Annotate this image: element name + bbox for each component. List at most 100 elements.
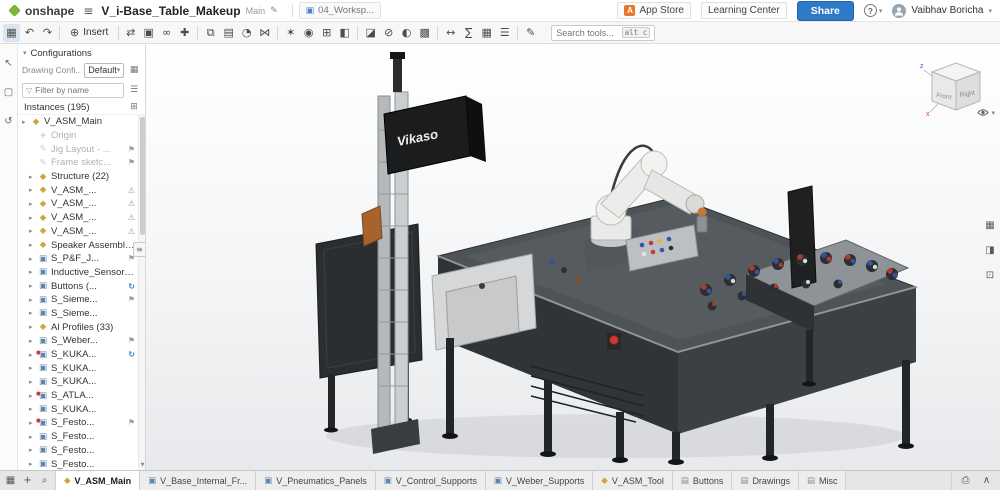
appearance-icon[interactable]: ◐	[398, 24, 415, 42]
tree-item[interactable]: S_Festo...	[18, 444, 138, 458]
tree-caret-icon[interactable]	[29, 186, 37, 194]
section-view-icon[interactable]: ◪	[362, 24, 379, 42]
workspace-branch-label[interactable]: Main	[246, 6, 266, 16]
view-options-button[interactable]: ▾	[977, 108, 995, 117]
drawing-config-select[interactable]: Default ▾	[84, 63, 124, 78]
replicate-icon[interactable]: ⧉	[202, 24, 219, 42]
tree-item[interactable]: Buttons (...	[18, 279, 138, 293]
tree-caret-icon[interactable]	[29, 460, 37, 468]
document-tab[interactable]: V_ASM_Main	[56, 471, 140, 490]
tree-caret-icon[interactable]	[29, 214, 37, 222]
add-tab-button[interactable]: +	[20, 473, 35, 488]
bom-table-icon[interactable]: ▦	[478, 24, 495, 42]
tab-manager-icon[interactable]: ▦	[3, 473, 18, 488]
document-tab[interactable]: V_ASM_Tool	[593, 471, 673, 490]
tree-item[interactable]: S_Festo...	[18, 416, 138, 430]
mate-icon[interactable]: ⇄	[122, 24, 139, 42]
history-icon[interactable]: ↺	[2, 114, 16, 128]
tree-caret-icon[interactable]	[29, 296, 37, 304]
tree-item[interactable]: Frame sketc...	[18, 156, 138, 170]
share-button[interactable]: Share	[797, 1, 854, 21]
redo-icon[interactable]: ↷	[39, 24, 56, 42]
help-menu[interactable]: ? ▾	[864, 4, 883, 17]
tree-caret-icon[interactable]	[29, 446, 37, 454]
right-dock-bom-icon[interactable]: ▦	[983, 218, 997, 232]
tree-caret-icon[interactable]	[29, 241, 37, 249]
document-tab[interactable]: V_Control_Supports	[376, 471, 486, 490]
tree-item[interactable]: V_ASM_...	[18, 211, 138, 225]
tree-caret-icon[interactable]	[29, 378, 37, 386]
scroll-down-icon[interactable]: ▼	[139, 462, 146, 470]
measure-icon[interactable]: ↔	[442, 24, 459, 42]
tree-item[interactable]: Inductive_Sensor_x...	[18, 266, 138, 280]
onshape-logo-icon[interactable]	[8, 4, 21, 17]
tree-caret-icon[interactable]	[22, 118, 30, 126]
document-tab[interactable]: Drawings	[732, 471, 799, 490]
tree-caret-icon[interactable]	[29, 323, 37, 331]
tree-caret-icon[interactable]	[29, 227, 37, 235]
print-icon[interactable]: ⎙	[958, 473, 973, 488]
document-menu-icon[interactable]: ≡	[83, 4, 93, 18]
tree-caret-icon[interactable]	[29, 364, 37, 372]
mass-properties-icon[interactable]: ∑	[460, 24, 477, 42]
tree-caret-icon[interactable]	[29, 173, 37, 181]
config-table-icon[interactable]: ▦	[127, 63, 141, 77]
viewport-scene[interactable]: Vikaso	[146, 44, 1000, 470]
document-tab[interactable]: V_Pneumatics_Panels	[256, 471, 376, 490]
document-tab[interactable]: Misc	[799, 471, 847, 490]
named-positions-icon[interactable]: ⊞	[318, 24, 335, 42]
tree-item[interactable]: Speaker Assemblie...	[18, 238, 138, 252]
tree-item[interactable]: Origin	[18, 129, 138, 143]
onshape-logo-text[interactable]: onshape	[25, 4, 74, 18]
tree-item[interactable]: S_KUKA...	[18, 348, 138, 362]
insert-button[interactable]: ⊕ Insert	[63, 24, 115, 42]
filter-by-name-input[interactable]	[35, 85, 120, 95]
create-drawing-icon[interactable]: ✎	[522, 24, 539, 42]
tree-item[interactable]: S_KUKA...	[18, 361, 138, 375]
app-store-button[interactable]: A App Store	[617, 2, 690, 19]
tree-item[interactable]: S_ATLA...	[18, 389, 138, 403]
search-tabs-icon[interactable]: ⌕	[37, 473, 52, 488]
tree-caret-icon[interactable]	[29, 255, 37, 263]
mate-relation-icon[interactable]: ∞	[158, 24, 175, 42]
hide-show-icon[interactable]: ⊘	[380, 24, 397, 42]
document-tab[interactable]: V_Base_Internal_Fr...	[140, 471, 256, 490]
learning-center-button[interactable]: Learning Center	[701, 2, 787, 19]
linear-pattern-icon[interactable]: ▤	[220, 24, 237, 42]
document-title[interactable]: V_i-Base_Table_Makeup	[101, 4, 240, 18]
tree-item[interactable]: S_KUKA...	[18, 402, 138, 416]
tree-item[interactable]: V_ASM_...	[18, 225, 138, 239]
collapse-tabbar-icon[interactable]: ∧	[979, 473, 994, 488]
tree-item[interactable]: S_Weber...	[18, 334, 138, 348]
search-tools-input[interactable]	[556, 28, 618, 38]
rename-icon[interactable]: ✎	[270, 6, 278, 16]
open-instances-panel-icon[interactable]: ⊞	[127, 100, 141, 114]
tree-item[interactable]: S_KUKA...	[18, 375, 138, 389]
tree-item[interactable]: Al Profiles (33)	[18, 320, 138, 334]
panel-flyout-handle[interactable]: ≡	[133, 242, 146, 257]
structure-list-icon[interactable]: ☰	[496, 24, 513, 42]
mirror-icon[interactable]: ⋈	[256, 24, 273, 42]
tree-caret-icon[interactable]	[29, 433, 37, 441]
comments-icon[interactable]: ▢	[2, 85, 16, 99]
tree-caret-icon[interactable]	[29, 405, 37, 413]
tree-item[interactable]: S_Festo...	[18, 430, 138, 444]
tree-item[interactable]: S_Sieme...	[18, 293, 138, 307]
tree-item[interactable]: S_Sieme...	[18, 307, 138, 321]
transparency-icon[interactable]: ▩	[416, 24, 433, 42]
document-tab[interactable]: Buttons	[673, 471, 733, 490]
tree-item[interactable]: S_P&F_J...	[18, 252, 138, 266]
tree-item[interactable]: Structure (22)	[18, 170, 138, 184]
mate-connector-icon[interactable]: ✚	[176, 24, 193, 42]
configurations-header[interactable]: ▾ Configurations	[18, 44, 145, 60]
circular-pattern-icon[interactable]: ◔	[238, 24, 255, 42]
tree-caret-icon[interactable]	[29, 337, 37, 345]
right-dock-config-icon[interactable]: ⊡	[983, 268, 997, 282]
right-dock-appearance-icon[interactable]: ◨	[983, 243, 997, 257]
pointer-icon[interactable]: ↖	[2, 56, 16, 70]
folder-breadcrumb[interactable]: ▣ 04_Worksp...	[299, 2, 381, 19]
tree-item[interactable]: V_ASM_...	[18, 197, 138, 211]
undo-icon[interactable]: ↶	[21, 24, 38, 42]
tree-caret-icon[interactable]	[29, 200, 37, 208]
list-view-options-icon[interactable]: ☰	[127, 83, 141, 97]
